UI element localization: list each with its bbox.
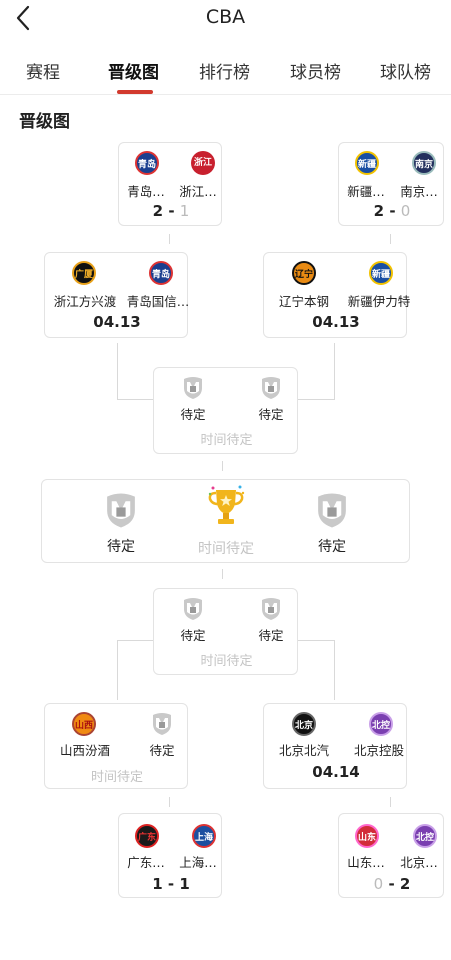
- connector-line: [117, 640, 118, 700]
- connector-line: [298, 399, 334, 400]
- match-card[interactable]: 广厦 青岛 浙江方兴渡 青岛国信… 04.13: [44, 252, 190, 338]
- match-card[interactable]: 辽宁 新疆 辽宁本钢 新疆伊力特 04.13: [263, 252, 410, 338]
- team-name: 待定: [258, 628, 284, 643]
- match-date: 04.14: [312, 763, 360, 781]
- team-name: 待定: [258, 407, 284, 422]
- team-logo: 北控: [413, 824, 437, 848]
- team-logo: 辽宁: [292, 261, 316, 285]
- team-logo: 新疆: [355, 151, 379, 175]
- tab-bar: 赛程 晋级图 排行榜 球员榜 球队榜: [0, 50, 451, 94]
- divider: [0, 94, 451, 95]
- tab-player-stats[interactable]: 球员榜: [290, 58, 341, 83]
- connector-line: [222, 461, 223, 471]
- score-b: 0: [400, 202, 411, 220]
- team-name: 山东…: [347, 855, 385, 870]
- match-time: 时间待定: [198, 541, 254, 557]
- team-name: 青岛…: [127, 184, 165, 199]
- shield-placeholder-icon: [318, 493, 346, 528]
- match-time: 时间待定: [200, 433, 253, 448]
- team-logo: 广东: [135, 824, 159, 848]
- team-name: 新疆伊力特: [347, 294, 411, 309]
- team-logo: 新疆: [369, 261, 393, 285]
- shield-placeholder-icon: [153, 713, 171, 735]
- shield-placeholder-icon: [262, 598, 280, 620]
- match-score: 0 - 2: [373, 875, 411, 893]
- shield-placeholder-icon: [262, 377, 280, 399]
- team-name: 南京…: [400, 184, 438, 199]
- match-score: 2 - 1: [152, 202, 190, 220]
- match-card[interactable]: 待定 待定 时间待定: [153, 588, 298, 675]
- team-logo: 北控: [369, 712, 393, 736]
- match-time: 时间待定: [200, 654, 253, 669]
- score-b: 1: [179, 875, 190, 893]
- tab-schedule[interactable]: 赛程: [26, 58, 60, 83]
- connector-line: [334, 640, 335, 700]
- match-card[interactable]: 广东 上海 广东… 上海… 1 - 1: [118, 813, 222, 898]
- shield-placeholder-icon: [107, 493, 135, 528]
- score-a: 2: [152, 202, 164, 220]
- score-a: 0: [373, 875, 384, 893]
- shield-placeholder-icon: [184, 377, 202, 399]
- team-name: 待定: [180, 628, 206, 643]
- connector-line: [169, 797, 170, 807]
- score-a: 2: [373, 202, 385, 220]
- match-date: 04.13: [312, 313, 360, 331]
- team-logo: 青岛: [149, 261, 173, 285]
- connector-line: [298, 640, 334, 641]
- match-date: 04.13: [93, 313, 141, 331]
- team-name: 浙江方兴渡: [53, 294, 117, 309]
- header: CBA: [0, 0, 451, 38]
- connector-line: [390, 234, 391, 244]
- tab-bracket[interactable]: 晋级图: [108, 58, 159, 83]
- team-name: 待定: [318, 539, 346, 555]
- team-name: 北京控股: [353, 743, 404, 758]
- match-score: 1 - 1: [152, 875, 190, 893]
- team-logo: 浙江: [191, 151, 215, 175]
- team-name: 上海…: [179, 855, 217, 870]
- connector-line: [334, 343, 335, 400]
- match-card[interactable]: 北京 北控 北京北汽 北京控股 04.14: [263, 703, 407, 789]
- match-card[interactable]: 山西 山西汾酒 待定 时间待定: [44, 703, 188, 789]
- team-logo: 南京: [412, 151, 436, 175]
- match-time: 时间待定: [90, 770, 143, 785]
- team-name: 北京…: [400, 855, 438, 870]
- page-title: CBA: [205, 6, 246, 28]
- match-card[interactable]: 新疆 南京 新疆… 南京… 2 - 0: [338, 142, 444, 226]
- shield-placeholder-icon: [184, 598, 202, 620]
- team-name: 待定: [180, 407, 206, 422]
- team-logo: 青岛: [135, 151, 159, 175]
- team-name: 待定: [149, 743, 175, 758]
- team-logo: 山东: [355, 824, 379, 848]
- match-card[interactable]: 青岛 浙江 青岛… 浙江… 2 - 1: [118, 142, 222, 226]
- match-card[interactable]: 待定 待定 时间待定: [153, 367, 298, 454]
- trophy-icon: [208, 485, 245, 524]
- team-name: 青岛国信…: [126, 294, 190, 309]
- connector-line: [117, 399, 153, 400]
- connector-line: [222, 569, 223, 579]
- team-name: 广东…: [127, 855, 165, 870]
- team-logo: 山西: [72, 712, 96, 736]
- tab-rankings[interactable]: 排行榜: [199, 58, 250, 83]
- match-card[interactable]: 山东 北控 山东… 北京… 0 - 2: [338, 813, 444, 898]
- score-b: 1: [179, 202, 190, 220]
- connector-line: [390, 797, 391, 807]
- tab-team-stats[interactable]: 球队榜: [380, 58, 431, 83]
- match-score: 2 - 0: [373, 202, 411, 220]
- team-name: 浙江…: [179, 184, 217, 199]
- team-name: 待定: [107, 539, 135, 555]
- final-card[interactable]: 待定 待定 时间待定: [41, 479, 410, 563]
- team-logo: 广厦: [72, 261, 96, 285]
- team-name: 辽宁本钢: [278, 294, 329, 309]
- connector-line: [169, 234, 170, 244]
- score-b: 2: [399, 875, 411, 893]
- connector-line: [117, 640, 153, 641]
- team-name: 山西汾酒: [59, 743, 110, 758]
- section-title: 晋级图: [19, 112, 70, 132]
- connector-line: [117, 343, 118, 400]
- team-name: 新疆…: [347, 184, 385, 199]
- team-logo: 北京: [292, 712, 316, 736]
- team-logo: 上海: [192, 824, 216, 848]
- score-a: 1: [152, 875, 163, 893]
- team-name: 北京北汽: [278, 743, 329, 758]
